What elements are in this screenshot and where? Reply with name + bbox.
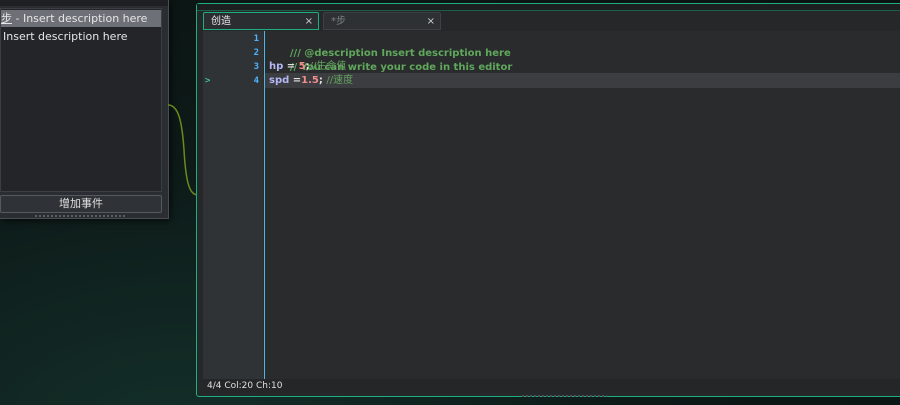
event-item-description: Insert description here [3, 30, 128, 43]
current-line-highlight [265, 73, 900, 88]
tab-label: *步 [331, 16, 346, 27]
add-event-button[interactable]: 增加事件 [0, 195, 162, 213]
event-panel: 步 - Insert description here Insert descr… [0, 0, 169, 219]
close-icon[interactable]: × [305, 13, 313, 31]
operator: = [283, 61, 299, 72]
tab-create[interactable]: 创造 × [203, 12, 319, 30]
panel-header-strip [0, 0, 168, 6]
code-editor-window: 创造 × *步 × 1 2 3 4 > /// @description Ins… [196, 3, 900, 397]
event-item-description: - Insert description here [12, 12, 148, 25]
current-line-marker-icon: > [205, 76, 211, 86]
event-item-name: 步 [1, 12, 12, 25]
number: 1.5 [301, 75, 319, 86]
editor-title-bar[interactable] [197, 4, 900, 11]
tab-label: 创造 [211, 16, 231, 27]
status-bar: 4/4 Col:20 Ch:10 [203, 379, 900, 393]
number: 5 [298, 61, 306, 72]
tab-step[interactable]: *步 × [323, 12, 441, 30]
gutter-separator [264, 31, 265, 379]
event-item-step[interactable]: 步 - Insert description here [1, 10, 161, 27]
comment: //速度 [326, 75, 354, 86]
line-number: 1 [253, 34, 259, 44]
code-line-3: hp = 5;//生命值 [269, 59, 346, 74]
code-line-2: // You can write your code in this edito… [269, 45, 512, 73]
code-line-4: spd =1.5; //速度 [269, 73, 353, 88]
close-icon[interactable]: × [427, 13, 435, 31]
event-list: 步 - Insert description here Insert descr… [0, 8, 162, 192]
variable: spd [269, 75, 290, 86]
resize-grip[interactable] [35, 215, 125, 217]
event-item-create[interactable]: Insert description here [1, 28, 163, 45]
code-area[interactable]: 1 2 3 4 > /// @description Insert descri… [203, 31, 900, 379]
operator: = [289, 75, 302, 86]
resize-grip[interactable] [522, 395, 607, 397]
line-number: 3 [253, 62, 259, 72]
comment: //生命值 [309, 61, 347, 72]
line-number: 4 [253, 76, 259, 86]
line-number: 2 [253, 48, 259, 58]
variable: hp [269, 61, 284, 72]
code-line-1: /// @description Insert description here [269, 31, 511, 59]
connector-curve [168, 104, 198, 196]
